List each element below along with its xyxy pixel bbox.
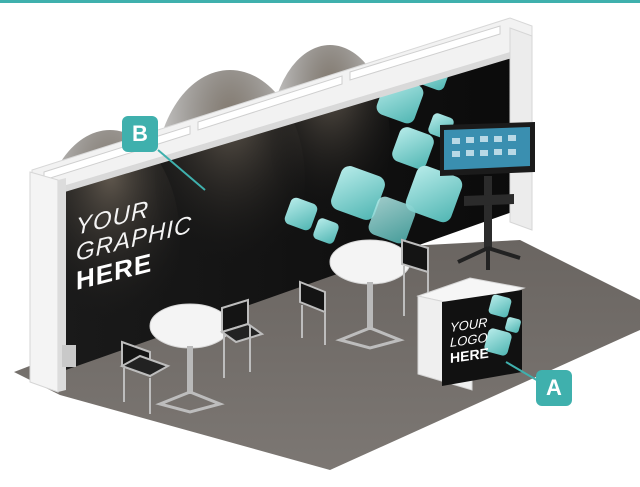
- callout-a-badge: A: [536, 370, 572, 406]
- callout-b-badge: B: [122, 116, 158, 152]
- left-pillar: [29, 171, 59, 393]
- counter-logo-text: YOUR LOGO HERE: [450, 315, 489, 366]
- trade-show-booth-render: YOUR GRAPHIC HERE YOUR LOGO HERE B A: [0, 0, 640, 487]
- wastebasket: [62, 345, 76, 367]
